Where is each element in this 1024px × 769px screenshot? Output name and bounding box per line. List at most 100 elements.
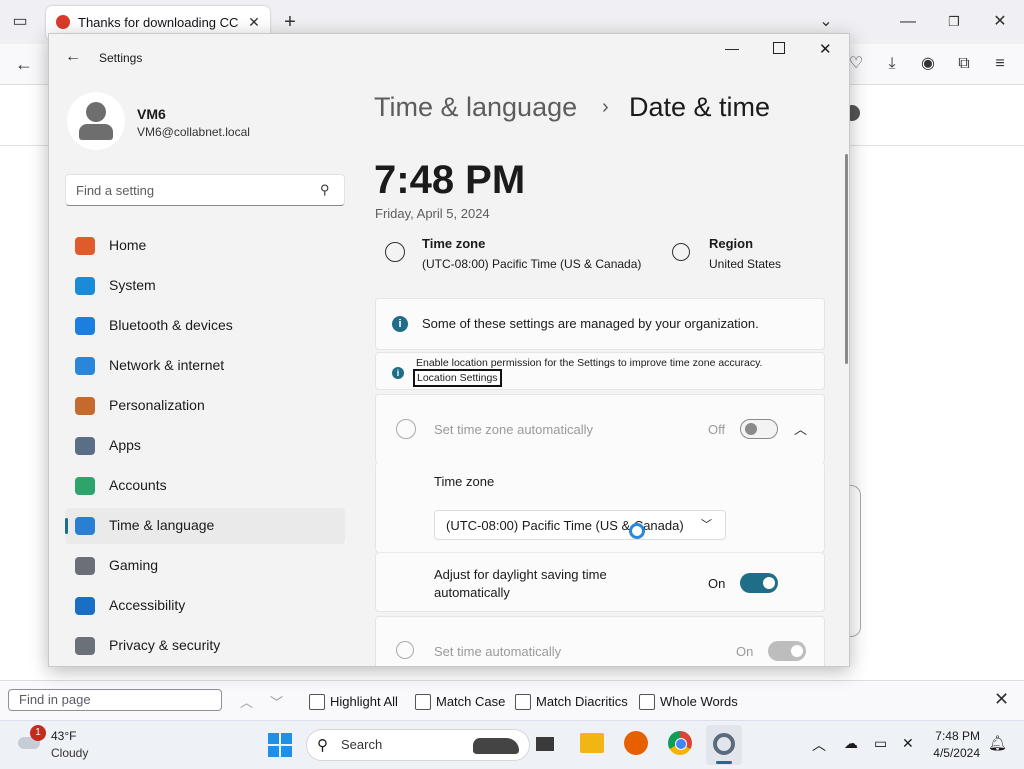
downloads-icon[interactable]: ⤓ [878, 50, 906, 78]
windows-logo-tile [268, 746, 279, 757]
find-close-icon[interactable]: ✕ [994, 689, 1009, 710]
weather-temp: 43°F [51, 729, 77, 743]
taskbar-clock-date[interactable]: 4/5/2024 [930, 746, 980, 760]
sidebar-item-network-internet[interactable]: Network & internet [65, 348, 345, 384]
extensions-icon[interactable]: ⧉ [950, 50, 978, 78]
tab-list-icon[interactable]: ▭ [6, 8, 34, 36]
active-indicator [716, 761, 732, 764]
settings-window: ← Settings — ✕ VM6 VM6@collabnet.local F… [48, 33, 850, 667]
firefox-icon[interactable] [624, 731, 648, 755]
sidebar-item-label: Network & internet [109, 357, 225, 373]
find-input[interactable]: Find in page [8, 689, 222, 711]
taskbar-search[interactable]: ⚲ Search [306, 729, 530, 761]
sidebar-item-personalization[interactable]: Personalization [65, 388, 345, 424]
find-bar: Find in page ︿ ﹀ Highlight All Match Cas… [0, 680, 1024, 721]
network-icon[interactable]: ☁ [844, 735, 858, 752]
highlight-all-checkbox[interactable] [309, 694, 325, 710]
search-highlight-icon [473, 738, 519, 754]
search-icon: ⚲ [320, 182, 330, 197]
daylight-toggle[interactable] [740, 573, 778, 593]
new-tab-button[interactable]: + [276, 8, 304, 36]
set-time-zone-auto-card: Set time zone automatically Off ︿ [375, 394, 825, 464]
taskbar-search-text: Search [341, 737, 383, 752]
settings-search-input[interactable]: Find a setting ⚲ [65, 174, 345, 206]
current-time: 7:48 PM [374, 158, 526, 202]
minimize-icon[interactable]: — [725, 40, 739, 56]
maximize-icon[interactable] [773, 42, 785, 54]
sidebar-item-gaming[interactable]: Gaming [65, 548, 345, 584]
close-window-icon[interactable]: ✕ [986, 8, 1014, 36]
chrome-icon[interactable] [668, 731, 692, 755]
weather-badge: 1 [30, 725, 46, 741]
restore-icon[interactable]: ❐ [940, 8, 968, 36]
sidebar-item-privacy-security[interactable]: Privacy & security [65, 628, 345, 664]
find-previous-icon[interactable]: ︿ [240, 692, 253, 711]
account-icon[interactable]: ◉ [914, 50, 942, 78]
task-view-icon[interactable] [536, 737, 554, 751]
brush-icon [75, 397, 95, 415]
org-notice-card: i Some of these settings are managed by … [375, 298, 825, 350]
set-time-auto-state: On [736, 644, 754, 659]
toggle-knob [763, 577, 775, 589]
shield-icon [75, 637, 95, 655]
sidebar-item-label: Personalization [109, 397, 205, 413]
time-zone-dropdown[interactable]: (UTC-08:00) Pacific Time (US & Canada) ﹀ [434, 510, 726, 540]
apps-icon [75, 437, 95, 455]
chevron-down-icon: ﹀ [701, 519, 712, 531]
org-notice-text: Some of these settings are managed by yo… [422, 316, 759, 331]
set-time-zone-auto-toggle[interactable] [740, 419, 778, 439]
match-case-checkbox[interactable] [415, 694, 431, 710]
taskbar: 1 43°F Cloudy ⚲ Search ︿ ☁ ▭ ✕ 7:48 PM 4… [0, 720, 1024, 769]
scrollbar-thumb[interactable] [845, 154, 848, 364]
avatar[interactable] [67, 92, 125, 150]
sidebar-item-accounts[interactable]: Accounts [65, 468, 345, 504]
file-explorer-icon[interactable] [580, 733, 604, 753]
time-zone-label: Time zone [422, 236, 486, 251]
close-icon[interactable]: ✕ [819, 40, 832, 58]
accessibility-icon [75, 597, 95, 615]
page-title: Date & time [629, 92, 771, 122]
time-zone-card: Time zone (UTC-08:00) Pacific Time (US &… [375, 462, 825, 553]
notification-bell-icon[interactable]: 🔔︎ [988, 734, 1007, 752]
weather-widget[interactable]: 1 [14, 725, 46, 753]
chevron-up-icon[interactable]: ︿ [794, 419, 807, 438]
location-notice-text: Enable location permission for the Setti… [416, 357, 763, 369]
time-zone-section-label: Time zone [434, 474, 495, 489]
daylight-saving-card: Adjust for daylight saving time automati… [375, 552, 825, 612]
sidebar-item-system[interactable]: System [65, 268, 345, 304]
breadcrumb-parent[interactable]: Time & language [374, 92, 577, 123]
sidebar-item-bluetooth-devices[interactable]: Bluetooth & devices [65, 308, 345, 344]
set-time-zone-auto-label: Set time zone automatically [434, 422, 593, 437]
sidebar-item-label: Accessibility [109, 597, 186, 613]
find-next-icon[interactable]: ﹀ [270, 692, 283, 711]
volume-muted-icon[interactable]: ✕ [902, 735, 914, 752]
daylight-label-line2: automatically [434, 585, 510, 600]
sidebar-item-accessibility[interactable]: Accessibility [65, 588, 345, 624]
sidebar-item-label: Apps [109, 437, 141, 453]
system-icon [75, 277, 95, 295]
start-button[interactable] [268, 733, 292, 757]
location-settings-link[interactable]: Location Settings [413, 369, 502, 387]
sidebar-item-home[interactable]: Home [65, 228, 345, 264]
tab-close-icon[interactable]: ✕ [244, 12, 264, 32]
sidebar-item-label: Privacy & security [109, 637, 221, 653]
whole-words-checkbox[interactable] [639, 694, 655, 710]
minimize-icon[interactable]: — [894, 8, 922, 36]
taskbar-clock-time[interactable]: 7:48 PM [930, 729, 980, 743]
sidebar-item-label: Gaming [109, 557, 159, 573]
sidebar-item-apps[interactable]: Apps [65, 428, 345, 464]
set-time-auto-toggle[interactable] [768, 641, 806, 661]
time-zone-icon [385, 242, 405, 262]
region-label: Region [709, 236, 754, 251]
settings-taskbar-button[interactable] [706, 725, 742, 765]
match-case-label: Match Case [436, 694, 506, 709]
show-hidden-icons[interactable]: ︿ [812, 735, 826, 755]
sidebar-item-time-language[interactable]: Time & language [65, 508, 345, 544]
back-icon[interactable]: ← [10, 50, 38, 78]
back-arrow-icon[interactable]: ← [65, 48, 81, 66]
current-date: Friday, April 5, 2024 [375, 206, 490, 221]
list-all-tabs-icon[interactable]: ⌄ [812, 8, 840, 36]
match-diacritics-checkbox[interactable] [515, 694, 531, 710]
menu-icon[interactable]: ≡ [986, 50, 1014, 78]
display-icon[interactable]: ▭ [874, 735, 887, 752]
